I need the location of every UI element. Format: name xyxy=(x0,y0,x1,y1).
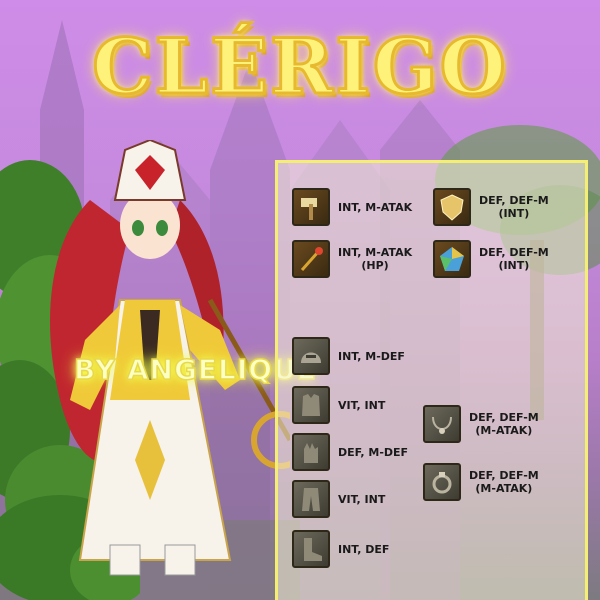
ring-icon xyxy=(423,463,461,501)
item-label: DEF, DEF-M (M-ATAK) xyxy=(469,411,539,437)
item-label: INT, M-DEF xyxy=(338,349,405,363)
item-label: INT, M-ATAK xyxy=(338,200,413,214)
class-title: CLÉRIGO xyxy=(91,21,508,113)
equip-item: DEF, DEF-M (INT) xyxy=(433,240,549,278)
item-label: DEF, DEF-M (INT) xyxy=(479,246,549,272)
armor-icon xyxy=(292,386,330,424)
gloves-icon xyxy=(292,433,330,471)
shield-card-icon xyxy=(433,188,471,226)
item-label: INT, DEF xyxy=(338,542,390,556)
item-label: VIT, INT xyxy=(338,492,386,506)
equip-item: INT, M-ATAK (HP) xyxy=(292,240,412,278)
game-scene: CLÉRIGO BY ANGELIQUE INT, M-ATAK DEF, DE… xyxy=(0,0,600,600)
pants-icon xyxy=(292,480,330,518)
equip-item: VIT, INT xyxy=(292,386,385,424)
hammer-card-icon xyxy=(292,188,330,226)
item-label: INT, M-ATAK (HP) xyxy=(338,246,413,272)
staff-card-icon xyxy=(292,240,330,278)
equip-item: DEF, DEF-M (M-ATAK) xyxy=(423,463,539,501)
item-label: VIT, INT xyxy=(338,398,386,412)
equip-item: DEF, DEF-M (INT) xyxy=(433,188,549,226)
equip-item: INT, DEF xyxy=(292,530,389,568)
helmet-icon xyxy=(292,337,330,375)
item-label: DEF, DEF-M (M-ATAK) xyxy=(469,469,539,495)
equip-item: INT, M-ATAK xyxy=(292,188,412,226)
gem-card-icon xyxy=(433,240,471,278)
boots-icon xyxy=(292,530,330,568)
equip-item: DEF, DEF-M (M-ATAK) xyxy=(423,405,539,443)
equip-item: DEF, M-DEF xyxy=(292,433,408,471)
equip-item: INT, M-DEF xyxy=(292,337,405,375)
equip-item: VIT, INT xyxy=(292,480,385,518)
necklace-icon xyxy=(423,405,461,443)
item-label: DEF, DEF-M (INT) xyxy=(479,194,549,220)
item-label: DEF, M-DEF xyxy=(338,445,409,459)
